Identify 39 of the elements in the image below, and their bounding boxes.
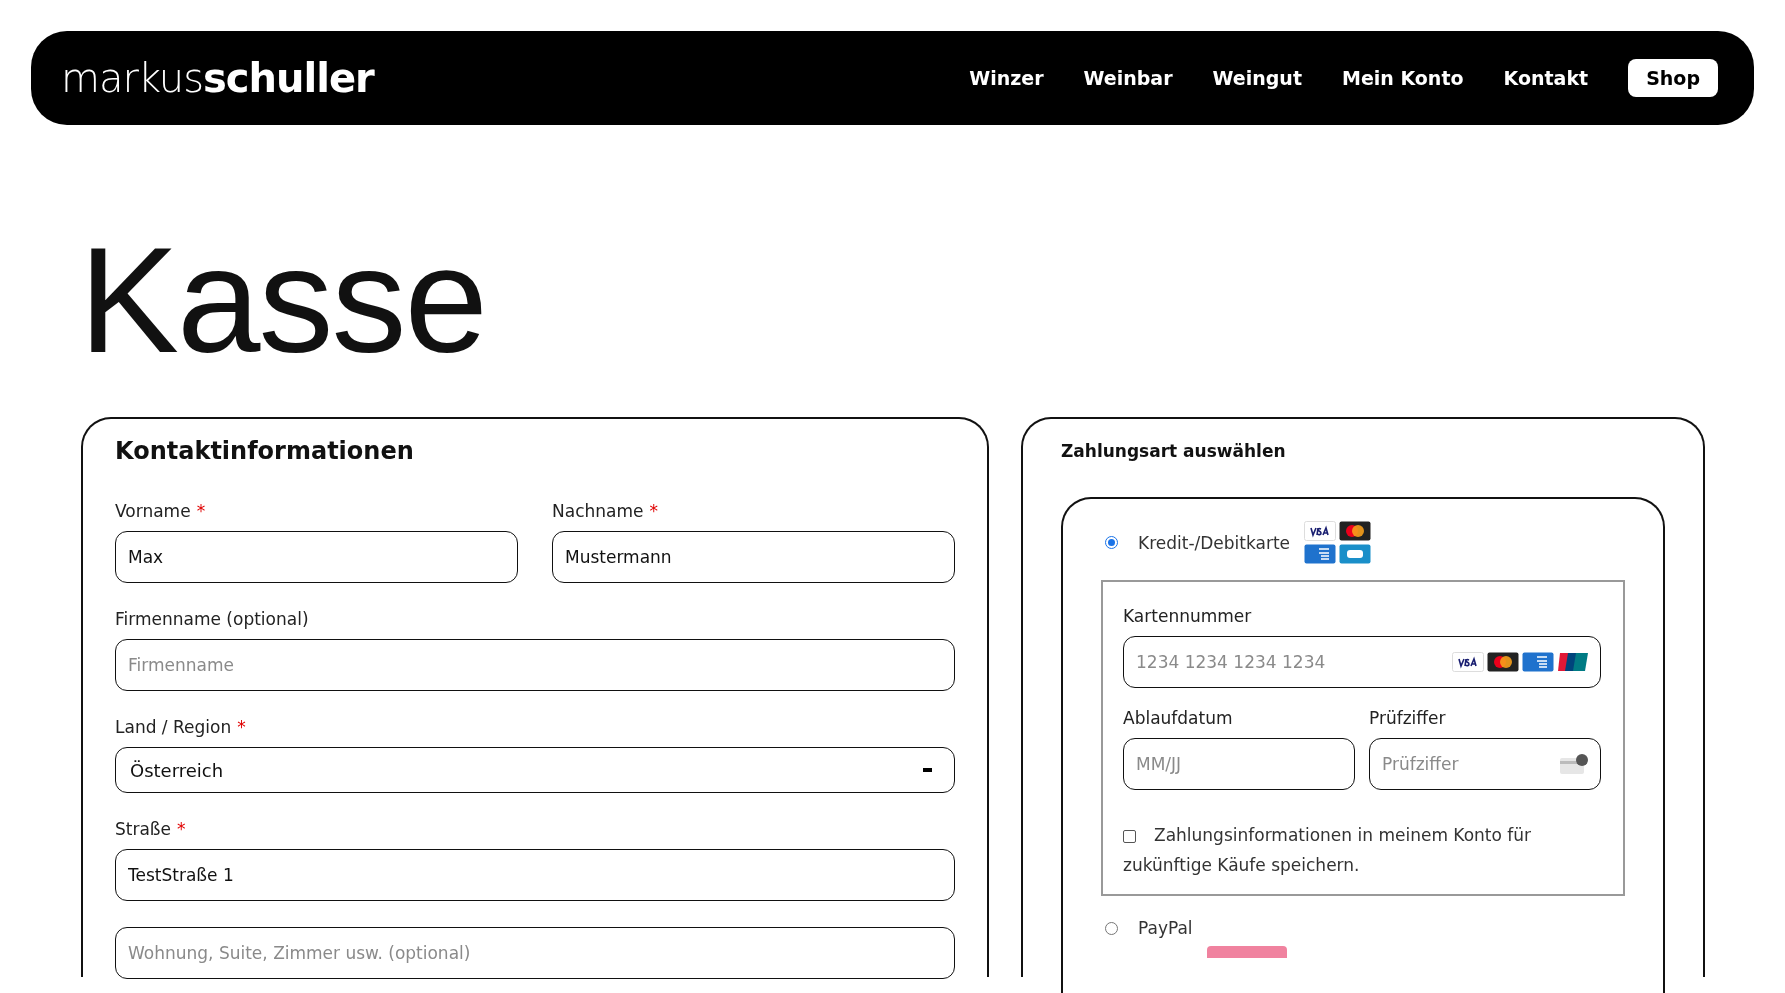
card-brand-icon bbox=[1304, 521, 1337, 541]
logo[interactable]: markusschuller bbox=[61, 55, 970, 101]
cvc-field[interactable]: Prüfziffer bbox=[1369, 738, 1601, 790]
input-field[interactable]: TestStraße 1 bbox=[115, 849, 955, 901]
input-field[interactable]: Mustermann bbox=[552, 531, 955, 583]
save-payment-checkbox-label[interactable]: Zahlungsinformationen in meinem Konto für zukünftige Käufe speichern. bbox=[1123, 820, 1601, 880]
shop-button[interactable]: Shop bbox=[1628, 59, 1718, 97]
cvc-card-icon bbox=[1559, 753, 1589, 775]
nav-link[interactable]: Kontakt bbox=[1503, 67, 1589, 89]
card-number-field[interactable]: 1234 1234 1234 1234 bbox=[1123, 636, 1601, 688]
expiry-field[interactable]: MM/JJ bbox=[1123, 738, 1355, 790]
input-field[interactable]: Firmenname bbox=[115, 639, 955, 691]
section-heading: Kontaktinformationen bbox=[115, 437, 415, 465]
input-field[interactable]: Wohnung, Suite, Zimmer usw. (optional) bbox=[115, 927, 955, 979]
card-brand-icon bbox=[1557, 652, 1589, 672]
nav-link[interactable]: Weinbar bbox=[1083, 67, 1173, 89]
card-brand-icon bbox=[1339, 544, 1372, 564]
field-label: Vorname * bbox=[115, 501, 207, 521]
payment-method-label[interactable]: Kredit-/Debitkarte bbox=[1138, 532, 1291, 553]
field-label: Firmenname (optional) bbox=[115, 609, 310, 629]
card-brand-icon bbox=[1339, 521, 1372, 541]
nav-link[interactable]: Weingut bbox=[1212, 67, 1302, 89]
section-heading: Zahlungsart auswählen bbox=[1061, 441, 1287, 461]
field-label: Kartennummer bbox=[1123, 606, 1253, 626]
card-brand-icon bbox=[1452, 652, 1484, 672]
field-label: Straße * bbox=[115, 819, 187, 839]
input-field[interactable]: Max bbox=[115, 531, 518, 583]
payment-method-label[interactable]: PayPal bbox=[1138, 918, 1193, 938]
checkbox[interactable] bbox=[1123, 830, 1136, 843]
field-label: Ablaufdatum bbox=[1123, 708, 1234, 728]
country-select[interactable]: Österreich bbox=[115, 747, 955, 793]
nav-link[interactable]: Mein Konto bbox=[1341, 67, 1464, 89]
card-brand-icon bbox=[1304, 544, 1337, 564]
dropdown-icon bbox=[923, 768, 932, 772]
field-label: Land / Region * bbox=[115, 717, 247, 737]
field-label: Nachname * bbox=[552, 501, 659, 521]
nav-link[interactable]: Winzer bbox=[969, 67, 1044, 89]
page-title: Kasse bbox=[79, 225, 487, 375]
field-label: Prüfziffer bbox=[1369, 708, 1447, 728]
